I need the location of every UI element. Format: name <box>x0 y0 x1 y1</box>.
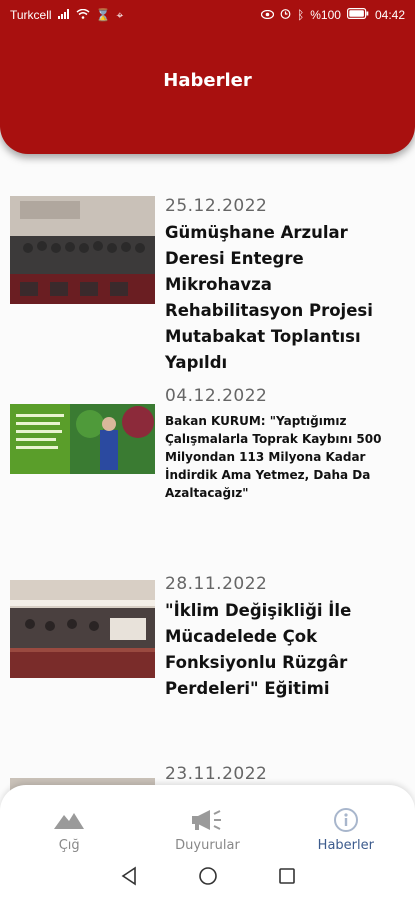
battery-icon <box>346 8 369 22</box>
tab-label: Çığ <box>58 838 80 853</box>
eye-icon <box>260 8 275 22</box>
tab-label: Duyurular <box>175 838 240 853</box>
news-date: 23.11.2022 <box>165 764 268 784</box>
megaphone-icon <box>190 808 224 832</box>
page-title: Haberler <box>163 70 252 91</box>
news-thumbnail <box>10 404 155 474</box>
news-item[interactable]: 25.12.2022 Gümüşhane Arzular Deresi Ente… <box>10 196 410 372</box>
usb-icon: ⌖ <box>116 7 124 22</box>
news-date: 25.12.2022 <box>165 196 268 216</box>
info-icon <box>329 808 363 832</box>
news-title: "İklim Değişikliği İle Mücadelede Çok Fo… <box>165 601 352 698</box>
clock-time: 04:42 <box>374 8 405 22</box>
carrier-label: Turkcell <box>10 8 52 22</box>
news-date: 28.11.2022 <box>165 574 268 594</box>
tab-duyurular[interactable]: Duyurular <box>138 785 276 863</box>
back-icon[interactable] <box>120 866 138 890</box>
alarm-icon <box>280 8 291 22</box>
news-title: Bakan KURUM: "Yaptığımız Çalışmalarla To… <box>165 414 382 500</box>
tab-label: Haberler <box>317 838 374 853</box>
system-navigation-bar <box>0 863 415 893</box>
news-item[interactable]: 28.11.2022 "İklim Değişikliği İle Mücade… <box>10 574 410 704</box>
wifi-icon <box>76 8 90 22</box>
bottom-navigation: Çığ Duyurular Haberler <box>0 785 415 900</box>
signal-icon <box>57 8 70 22</box>
news-date: 04.12.2022 <box>165 386 268 406</box>
status-bar: Turkcell ⌛ ⌖ ᛒ %100 04:42 <box>0 0 415 30</box>
news-thumbnail <box>10 196 155 304</box>
tab-haberler[interactable]: Haberler <box>277 785 415 863</box>
news-item[interactable]: 04.12.2022 Bakan KURUM: "Yaptığımız Çalı… <box>10 386 410 500</box>
hourglass-icon: ⌛ <box>95 8 111 22</box>
app-header: Haberler <box>0 30 415 154</box>
tab-cig[interactable]: Çığ <box>0 785 138 863</box>
home-icon[interactable] <box>198 866 218 890</box>
recents-icon[interactable] <box>278 867 296 889</box>
news-thumbnail <box>10 580 155 678</box>
battery-percent: %100 <box>310 8 341 22</box>
news-title: Gümüşhane Arzular Deresi Entegre Mikroha… <box>165 223 373 372</box>
mountain-icon <box>52 808 86 832</box>
bluetooth-icon: ᛒ <box>297 8 305 22</box>
